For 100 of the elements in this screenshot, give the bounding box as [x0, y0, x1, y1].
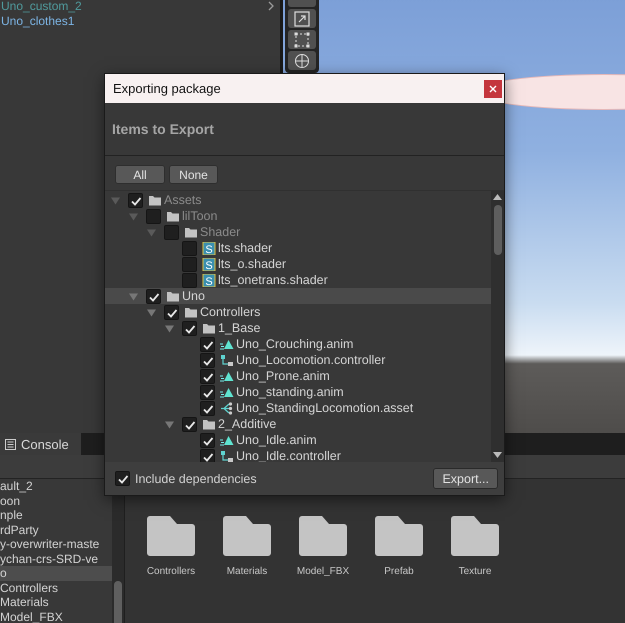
tree-item-label: 1_Base	[218, 321, 260, 335]
tree-item-label: lts_o.shader	[218, 257, 286, 271]
select-none-button[interactable]: None	[169, 165, 218, 184]
folder-tree-item[interactable]: Materials	[0, 595, 112, 610]
scrollbar-thumb[interactable]	[494, 205, 502, 255]
scroll-down-icon[interactable]	[493, 452, 502, 458]
scale-tool-button[interactable]	[288, 9, 316, 28]
checkbox[interactable]	[200, 384, 215, 400]
shader-file-icon: S	[202, 242, 216, 254]
folder-tree-item[interactable]: ychan-crs-SRD-ve	[0, 552, 112, 566]
folder-icon	[202, 418, 216, 430]
rect-tool-button[interactable]	[288, 30, 316, 49]
folder-tree-item[interactable]: nple	[0, 508, 112, 522]
checkbox[interactable]	[182, 320, 197, 336]
close-button[interactable]	[484, 80, 502, 98]
shader-file-icon: S	[202, 258, 216, 270]
folder-label: Model_FBX	[296, 566, 350, 577]
checkbox[interactable]	[164, 304, 179, 320]
folder-tree-item[interactable]: Model_FBX	[0, 610, 112, 623]
hierarchy-item[interactable]: Uno_clothes1	[1, 14, 274, 28]
folder-icon[interactable]	[451, 516, 499, 556]
scroll-up-icon[interactable]	[493, 194, 502, 200]
tree-row[interactable]: S lts_o.shader	[105, 256, 491, 272]
checkbox[interactable]	[182, 256, 197, 272]
checkbox[interactable]	[182, 272, 197, 288]
folder-icon[interactable]	[299, 516, 347, 556]
tree-item-label: lts_onetrans.shader	[218, 273, 328, 287]
crosshair-icon	[294, 52, 310, 68]
shader-file-icon: S	[202, 274, 216, 286]
checkbox[interactable]	[182, 416, 197, 432]
tree-item-label: lts.shader	[218, 241, 272, 255]
tree-item-label: Shader	[200, 225, 240, 239]
folder-tree-item[interactable]: y-overwriter-maste	[0, 537, 112, 552]
checkbox[interactable]	[200, 448, 215, 462]
folder-label: Prefab	[384, 566, 414, 577]
section-heading: Items to Export	[112, 121, 214, 137]
tree-item-label: lilToon	[182, 209, 218, 223]
checkbox[interactable]	[115, 471, 130, 486]
folder-icon	[166, 210, 180, 222]
tree-item-label: Uno_StandingLocomotion.asset	[236, 401, 414, 415]
export-button[interactable]: Export...	[433, 468, 498, 489]
checkbox[interactable]	[200, 432, 215, 448]
tree-row[interactable]: S lts_onetrans.shader	[105, 272, 491, 288]
checkbox[interactable]	[182, 240, 197, 256]
expanded-arrow-icon[interactable]	[165, 324, 174, 332]
tree-item-label: Uno	[182, 289, 205, 303]
chevron-right-icon[interactable]	[268, 1, 274, 11]
expanded-arrow-icon[interactable]	[165, 420, 174, 428]
tree-row[interactable]: S lts.shader	[105, 240, 491, 256]
tree-row[interactable]: 1_Base	[105, 320, 491, 336]
folder-tree-item[interactable]: Controllers	[0, 580, 112, 595]
hierarchy-item[interactable]: Uno_custom_2	[1, 0, 268, 13]
tree-item-label: Uno_Locomotion.controller	[236, 353, 386, 367]
tree-row[interactable]: Uno_Crouching.anim	[105, 336, 491, 352]
folder-tree-item[interactable]: rdParty	[0, 522, 112, 537]
folder-label: Texture	[458, 566, 492, 577]
folder-icon	[166, 290, 180, 302]
checkbox[interactable]	[200, 336, 215, 352]
tree-row[interactable]: Uno_Idle.anim	[105, 432, 491, 448]
tree-item-label: 2_Additive	[218, 417, 276, 431]
checkbox[interactable]	[146, 288, 161, 304]
animator-controller-icon	[220, 450, 234, 462]
tree-row[interactable]: Uno	[105, 288, 491, 304]
scale-icon	[294, 10, 310, 26]
tree-item-label: Assets	[164, 193, 202, 207]
folder-label: Controllers	[146, 566, 196, 577]
blend-tree-icon	[220, 402, 234, 414]
tree-item-label: Uno_Crouching.anim	[236, 337, 354, 351]
close-icon	[489, 84, 497, 92]
checkbox[interactable]	[200, 400, 215, 416]
checkbox[interactable]	[200, 368, 215, 384]
checkbox[interactable]	[200, 352, 215, 368]
folder-icon	[148, 194, 162, 206]
tree-row[interactable]: Uno_Prone.anim	[105, 368, 491, 384]
folder-icon[interactable]	[375, 516, 423, 556]
expanded-arrow-icon[interactable]	[147, 308, 156, 316]
transform-tool-button[interactable]	[288, 51, 316, 70]
folder-tree-item[interactable]: o	[0, 566, 112, 580]
animator-controller-icon	[220, 354, 234, 366]
rect-tool-icon	[294, 32, 310, 48]
tree-item-label: Uno_standing.anim	[236, 385, 344, 399]
checkbox-label: Include dependencies	[135, 472, 257, 486]
folder-icon[interactable]	[223, 516, 271, 556]
folder-tree-item[interactable]: oon	[0, 494, 112, 508]
list-icon	[5, 438, 16, 450]
tree-item-label: Uno_Prone.anim	[236, 369, 330, 383]
tree-row[interactable]: Uno_Locomotion.controller	[105, 352, 491, 368]
scrollbar-thumb[interactable]	[114, 581, 122, 623]
tree-row[interactable]: 2_Additive	[105, 416, 491, 432]
folder-icon[interactable]	[147, 516, 195, 556]
checkbox[interactable]	[128, 192, 143, 208]
tree-row[interactable]: Uno_StandingLocomotion.asset	[105, 400, 491, 416]
console-tab[interactable]: Console	[0, 433, 81, 455]
select-all-button[interactable]: All	[115, 165, 165, 184]
tree-row[interactable]: Controllers	[105, 304, 491, 320]
checkbox[interactable]	[146, 208, 161, 224]
animation-clip-icon	[220, 338, 234, 350]
tree-row[interactable]: Uno_standing.anim	[105, 384, 491, 400]
checkbox[interactable]	[164, 224, 179, 240]
folder-icon	[202, 322, 216, 334]
